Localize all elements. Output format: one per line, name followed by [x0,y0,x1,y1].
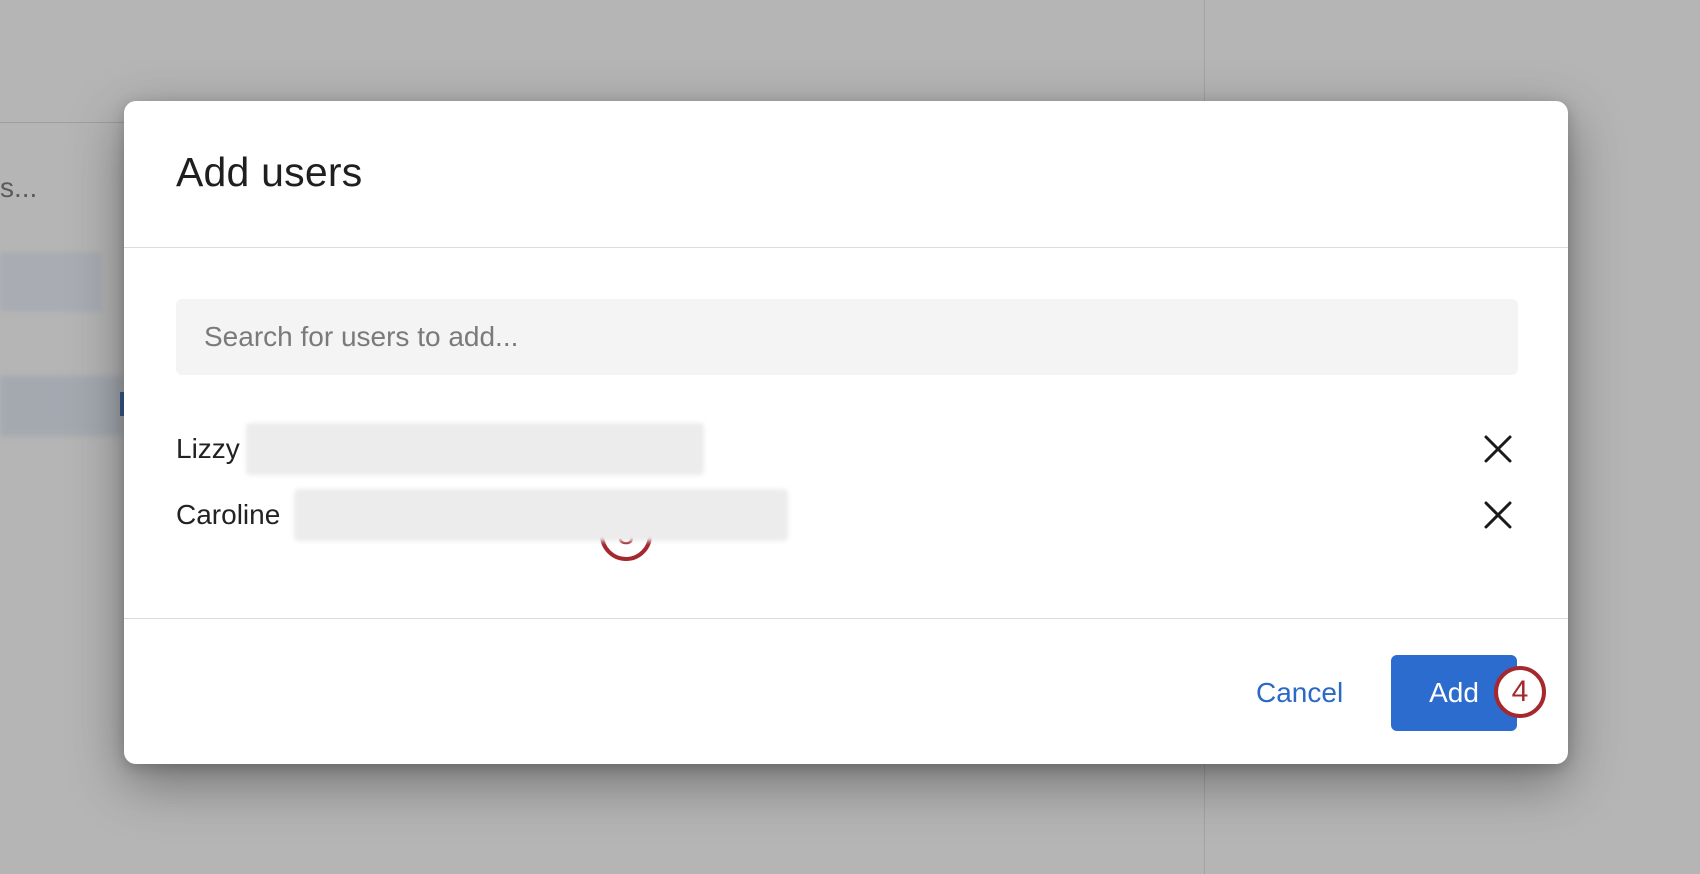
redacted-user-details [294,489,788,541]
background-truncated-text: s... [0,172,38,203]
selected-user-row: Lizzy [176,423,1518,475]
background-divider [0,122,124,123]
dialog-title: Add users [176,149,363,195]
selected-user-name: Caroline [176,499,281,530]
selected-user-row: Caroline [176,489,1518,541]
step-callout-badge: 4 [1494,666,1546,718]
cancel-button[interactable]: Cancel [1244,655,1355,731]
background-blurred-item [0,252,102,312]
redacted-user-details [246,423,704,475]
user-search-input[interactable] [176,299,1518,375]
add-users-dialog: Add users 3 Lizzy Caroline Cancel Add 4 [124,101,1568,764]
user-search-box[interactable]: 3 [176,299,1518,561]
selected-user-name: Lizzy [176,433,240,464]
remove-user-button[interactable] [1478,495,1518,535]
remove-user-button[interactable] [1478,429,1518,469]
dialog-footer: Cancel Add 4 [124,618,1568,764]
background-blurred-item [0,376,124,436]
dialog-header: Add users [124,101,1568,248]
close-icon [1484,435,1512,463]
close-icon [1484,501,1512,529]
